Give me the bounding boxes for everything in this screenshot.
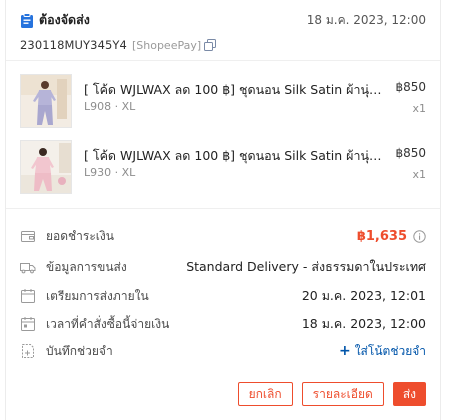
divider <box>6 60 440 61</box>
order-header: ต้องจัดส่ง 18 ม.ค. 2023, 12:00 230118MUY… <box>20 10 426 56</box>
info-icon[interactable] <box>413 229 426 243</box>
shipping-info-label: ข้อมูลการขนส่ง <box>46 259 127 274</box>
product-quantity: x1 <box>412 102 426 115</box>
plus-icon: + <box>338 343 351 359</box>
note-icon <box>20 343 36 359</box>
calendar-icon <box>20 288 36 304</box>
order-item[interactable]: [ โค้ด WJLWAX ลด 100 ฿] ชุดนอน Silk Sati… <box>20 140 426 194</box>
ship-order-button[interactable]: ส่ง <box>392 382 426 406</box>
paid-time-label: เวลาที่คำสั่งซื้อนี้จ่ายเงิน <box>46 316 170 331</box>
order-item[interactable]: [ โค้ด WJLWAX ลด 100 ฿] ชุดนอน Silk Sati… <box>20 74 426 128</box>
copy-icon[interactable] <box>204 39 217 51</box>
order-number: 230118MUY345Y4 <box>20 38 127 52</box>
product-quantity: x1 <box>412 168 426 181</box>
calendar-clock-icon <box>20 316 36 332</box>
order-status-label: ต้องจัดส่ง <box>39 12 90 27</box>
order-details-button[interactable]: รายละเอียด <box>301 382 384 406</box>
wallet-icon <box>20 228 36 244</box>
add-memo-link[interactable]: + ใส่โน้ตช่วยจำ <box>339 342 426 361</box>
cancel-order-button[interactable]: ยกเลิก <box>237 382 293 406</box>
shipping-method-value: Standard Delivery - ส่งธรรมดาในประเทศ <box>186 259 426 274</box>
product-title[interactable]: [ โค้ด WJLWAX ลด 100 ฿] ชุดนอน Silk Sati… <box>84 80 384 100</box>
ship-by-row: เตรียมการส่งภายใน 20 ม.ค. 2023, 12:01 <box>20 286 426 306</box>
order-actions: ยกเลิก รายละเอียด ส่ง <box>237 382 426 406</box>
ship-by-label: เตรียมการส่งภายใน <box>46 288 149 303</box>
truck-icon <box>20 259 36 275</box>
product-thumbnail[interactable] <box>20 74 72 128</box>
ship-by-value: 20 ม.ค. 2023, 12:01 <box>301 288 426 303</box>
shipping-info-row: ข้อมูลการขนส่ง Standard Delivery - ส่งธร… <box>20 257 426 277</box>
payment-total-value: ฿1,635 <box>356 228 407 244</box>
product-price: ฿850 <box>395 146 426 160</box>
product-thumbnail[interactable] <box>20 140 72 194</box>
order-created-time: 18 ม.ค. 2023, 12:00 <box>306 12 426 27</box>
product-title[interactable]: [ โค้ด WJLWAX ลด 100 ฿] ชุดนอน Silk Sati… <box>84 146 384 166</box>
product-price: ฿850 <box>395 80 426 94</box>
payment-total-label: ยอดชำระเงิน <box>46 228 114 243</box>
memo-row: บันทึกช่วยจำ + ใส่โน้ตช่วยจำ <box>20 341 426 361</box>
paid-time-value: 18 ม.ค. 2023, 12:00 <box>301 316 426 331</box>
product-variant: L930 · XL <box>84 166 136 179</box>
product-variant: L908 · XL <box>84 100 136 113</box>
payment-total-row: ยอดชำระเงิน ฿1,635 <box>20 226 426 246</box>
payment-method: [ShopeePay] <box>131 38 202 52</box>
divider <box>6 208 440 209</box>
add-memo-label: ใส่โน้ตช่วยจำ <box>354 343 426 358</box>
clipboard-icon <box>20 12 34 28</box>
memo-label: บันทึกช่วยจำ <box>46 343 113 358</box>
paid-time-row: เวลาที่คำสั่งซื้อนี้จ่ายเงิน 18 ม.ค. 202… <box>20 314 426 334</box>
order-status: ต้องจัดส่ง <box>20 10 90 30</box>
order-card: ต้องจัดส่ง 18 ม.ค. 2023, 12:00 230118MUY… <box>5 0 441 420</box>
